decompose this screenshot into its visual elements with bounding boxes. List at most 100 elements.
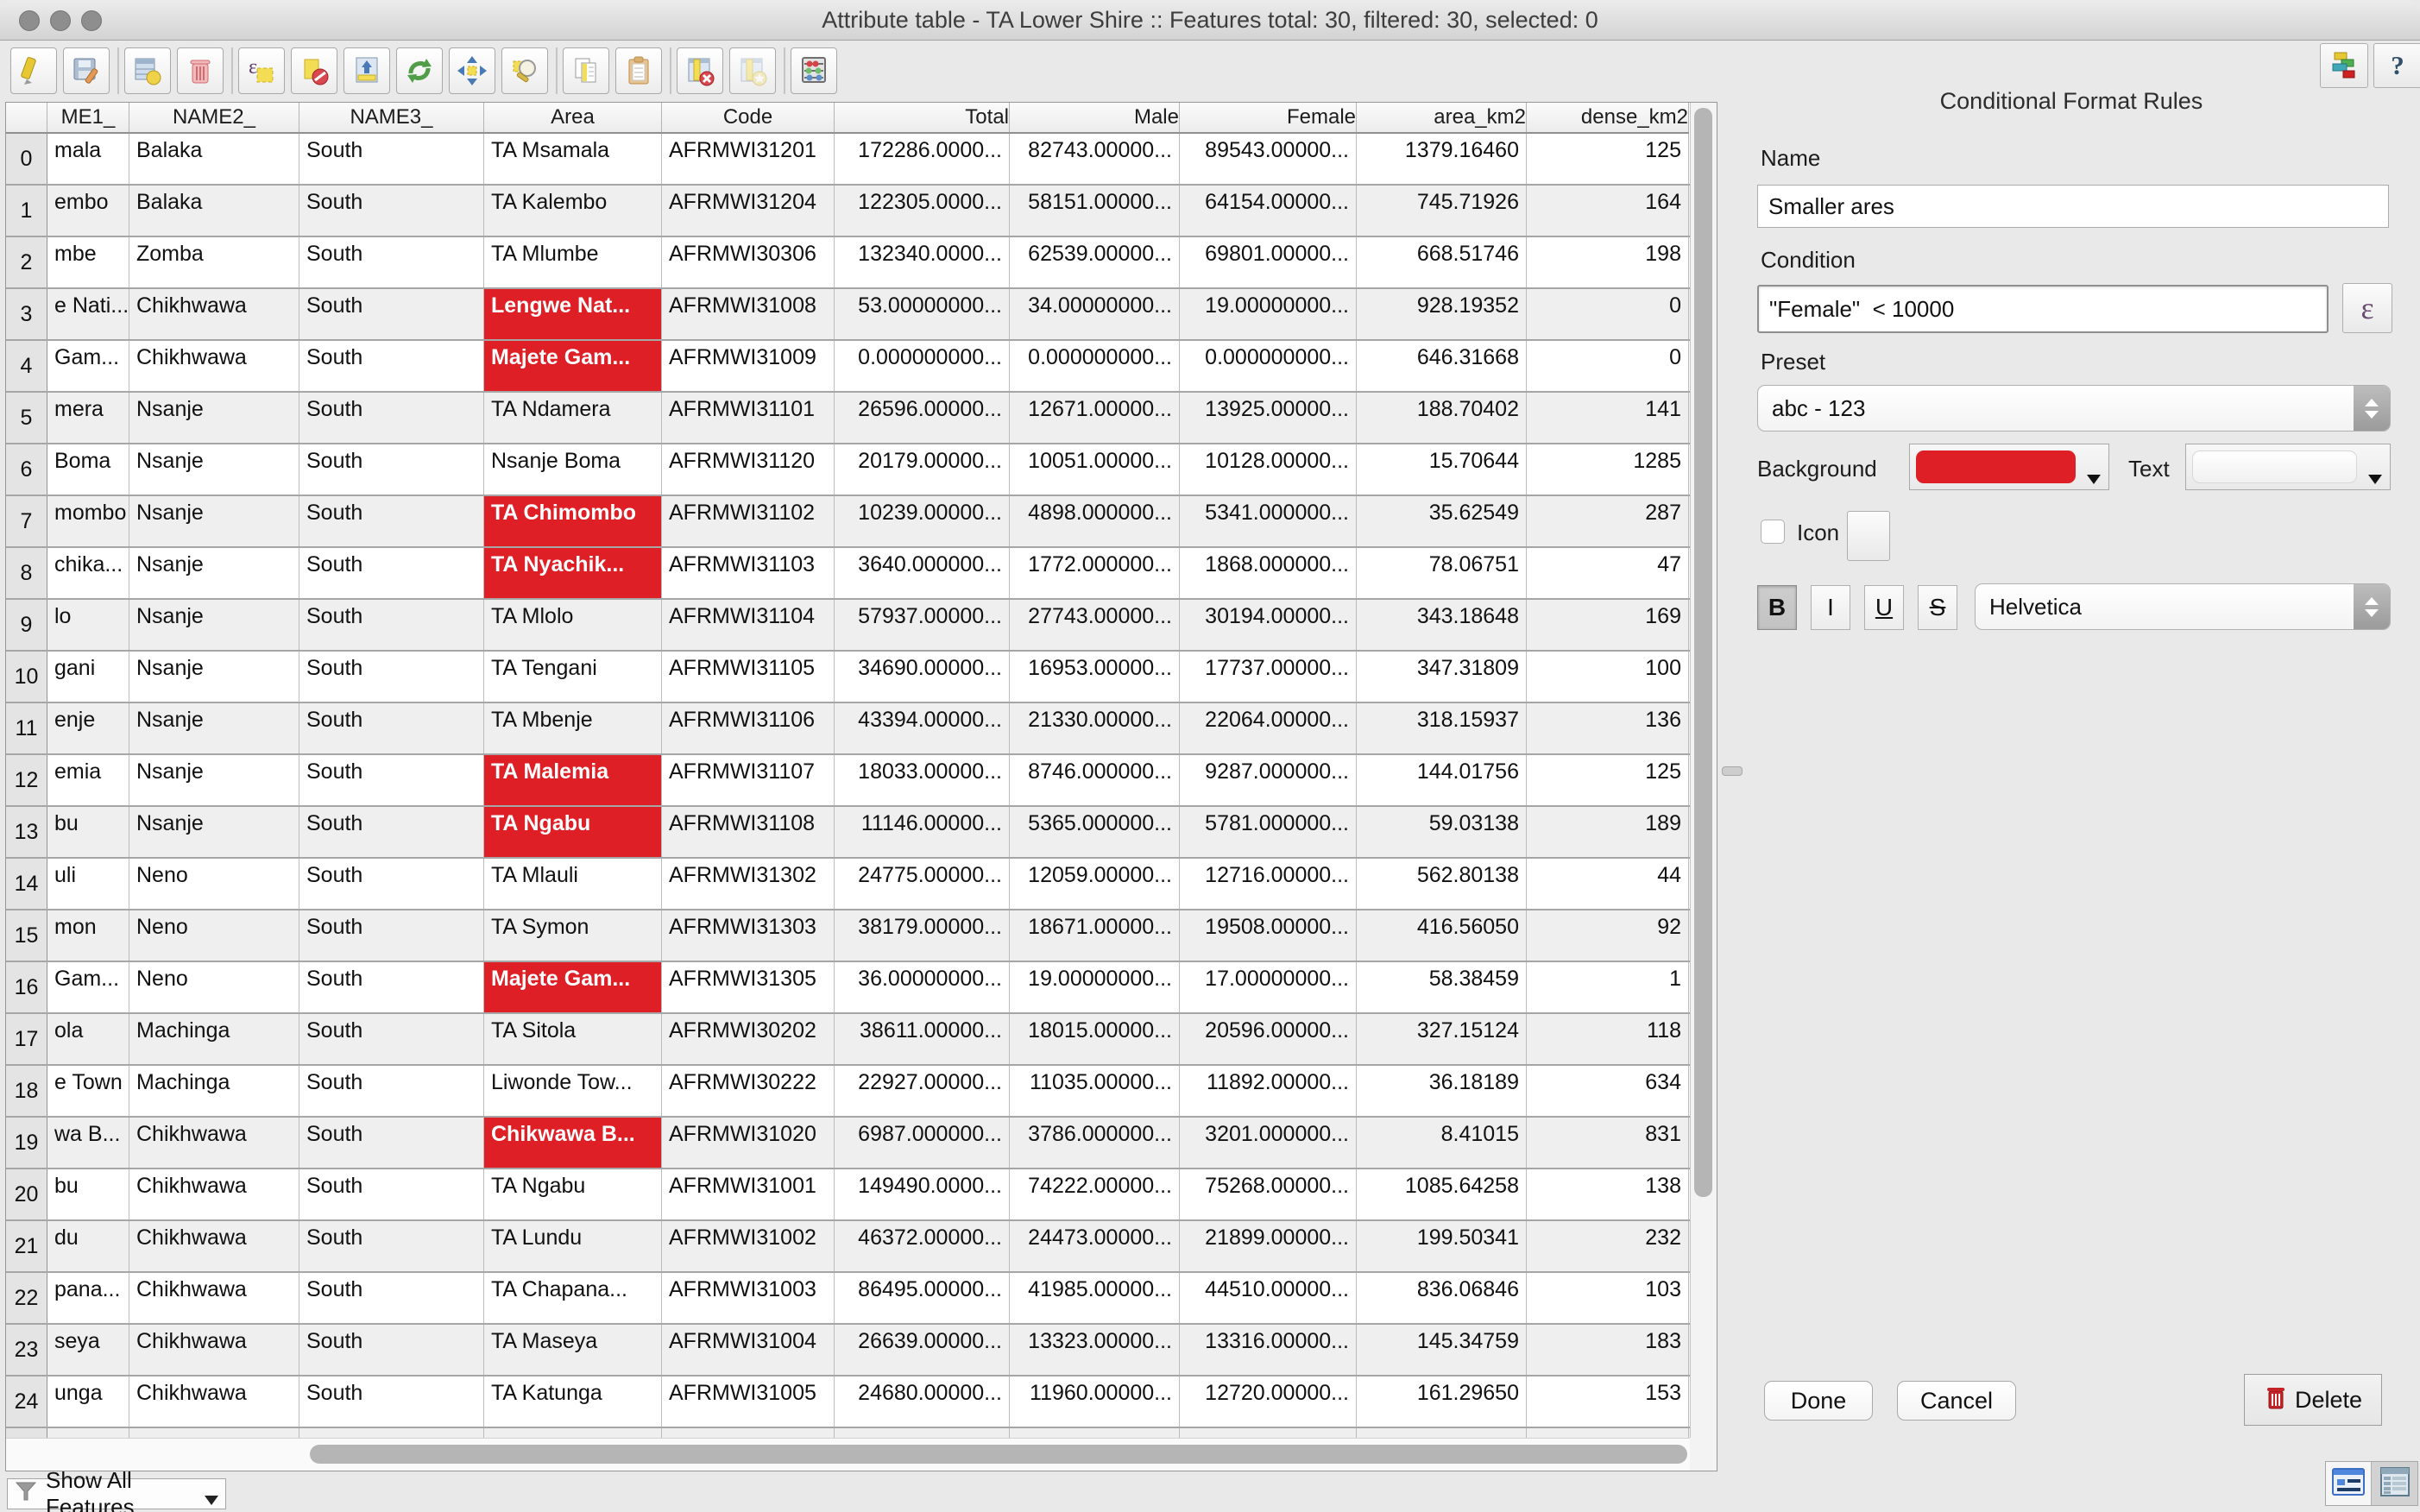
- cell-dkm2[interactable]: 1285: [1527, 444, 1689, 495]
- row-number[interactable]: 2: [6, 237, 47, 287]
- italic-button[interactable]: I: [1811, 585, 1850, 630]
- cell-male[interactable]: 4898.000000...: [1010, 496, 1180, 546]
- cell-name2[interactable]: Nsanje: [129, 548, 299, 598]
- cell-male[interactable]: 18015.00000...: [1010, 1014, 1180, 1064]
- cell-area[interactable]: TA Lundu: [484, 1221, 662, 1271]
- cell-female[interactable]: 13925.00000...: [1180, 393, 1357, 443]
- cell-female[interactable]: 19508.00000...: [1180, 910, 1357, 961]
- cell-area[interactable]: TA Chapana...: [484, 1273, 662, 1323]
- cell-name2[interactable]: Chikhwawa: [129, 1377, 299, 1427]
- cell-name1[interactable]: enje: [47, 703, 129, 753]
- cell-dkm2[interactable]: 169: [1527, 600, 1689, 650]
- expression-builder-button[interactable]: ε: [2342, 283, 2392, 333]
- cell-name3[interactable]: South: [299, 755, 484, 805]
- cell-female[interactable]: 12720.00000...: [1180, 1377, 1357, 1427]
- conditional-format-toggle-button[interactable]: [2320, 43, 2368, 88]
- cell-name2[interactable]: Nsanje: [129, 444, 299, 495]
- cell-name1[interactable]: emia: [47, 755, 129, 805]
- cell-akm2[interactable]: 416.56050: [1357, 910, 1527, 961]
- toggle-editing-button[interactable]: [10, 47, 57, 94]
- vertical-scrollbar[interactable]: [1690, 103, 1717, 1438]
- cell-name2[interactable]: Balaka: [129, 134, 299, 184]
- icon-checkbox[interactable]: [1761, 520, 1785, 544]
- cell-name3[interactable]: South: [299, 652, 484, 702]
- cell-female[interactable]: 30194.00000...: [1180, 600, 1357, 650]
- cell-dkm2[interactable]: 44: [1527, 859, 1689, 909]
- row-number[interactable]: 10: [6, 652, 47, 702]
- cell-name1[interactable]: Gam...: [47, 341, 129, 391]
- new-column-button[interactable]: [729, 47, 776, 94]
- cell-female[interactable]: 21899.00000...: [1180, 1221, 1357, 1271]
- cell-male[interactable]: 27743.00000...: [1010, 600, 1180, 650]
- cell-name2[interactable]: Chikhwawa: [129, 1118, 299, 1168]
- row-number[interactable]: 21: [6, 1221, 47, 1271]
- cell-akm2[interactable]: 35.62549: [1357, 496, 1527, 546]
- cell-male[interactable]: 21330.00000...: [1010, 703, 1180, 753]
- cell-female[interactable]: 3201.000000...: [1180, 1118, 1357, 1168]
- cell-akm2[interactable]: 144.01756: [1357, 755, 1527, 805]
- background-color-button[interactable]: [1909, 444, 2109, 490]
- cell-female[interactable]: [1180, 1428, 1357, 1438]
- cell-name1[interactable]: pana...: [47, 1273, 129, 1323]
- cell-male[interactable]: 10051.00000...: [1010, 444, 1180, 495]
- row-number[interactable]: 5: [6, 393, 47, 443]
- cell-name3[interactable]: South: [299, 859, 484, 909]
- cell-male[interactable]: 13323.00000...: [1010, 1325, 1180, 1375]
- cell-dkm2[interactable]: 164: [1527, 186, 1689, 236]
- bold-button[interactable]: B: [1757, 585, 1797, 630]
- deselect-all-button[interactable]: [291, 47, 337, 94]
- cell-total[interactable]: 10239.00000...: [835, 496, 1010, 546]
- cell-area[interactable]: TA Symon: [484, 910, 662, 961]
- cell-name1[interactable]: mombo: [47, 496, 129, 546]
- cell-name3[interactable]: South: [299, 1014, 484, 1064]
- cell-code[interactable]: AFRMWI31103: [662, 548, 835, 598]
- cell-total[interactable]: 172286.0000...: [835, 134, 1010, 184]
- cell-name2[interactable]: Machinga: [129, 1066, 299, 1116]
- cell-name1[interactable]: Boma: [47, 444, 129, 495]
- column-header-NAME2_[interactable]: NAME2_: [129, 103, 299, 132]
- cell-akm2[interactable]: 562.80138: [1357, 859, 1527, 909]
- icon-picker-button[interactable]: [1847, 511, 1890, 561]
- cell-name2[interactable]: Nsanje: [129, 393, 299, 443]
- cell-name3[interactable]: South: [299, 186, 484, 236]
- cell-area[interactable]: TA Sitola: [484, 1014, 662, 1064]
- font-select[interactable]: Helvetica: [1975, 583, 2391, 630]
- cell-dkm2[interactable]: 100: [1527, 652, 1689, 702]
- cell-male[interactable]: 19.00000000...: [1010, 962, 1180, 1012]
- cell-name3[interactable]: South: [299, 807, 484, 857]
- cell-male[interactable]: 11035.00000...: [1010, 1066, 1180, 1116]
- cell-name1[interactable]: Gam...: [47, 962, 129, 1012]
- cell-akm2[interactable]: 1085.64258: [1357, 1169, 1527, 1219]
- cell-female[interactable]: 69801.00000...: [1180, 237, 1357, 287]
- cell-female[interactable]: 75268.00000...: [1180, 1169, 1357, 1219]
- cell-akm2[interactable]: 668.51746: [1357, 237, 1527, 287]
- cell-male[interactable]: 11960.00000...: [1010, 1377, 1180, 1427]
- row-number[interactable]: 9: [6, 600, 47, 650]
- cell-total[interactable]: 18033.00000...: [835, 755, 1010, 805]
- cell-name1[interactable]: mala: [47, 134, 129, 184]
- cell-name3[interactable]: South: [299, 548, 484, 598]
- cell-name3[interactable]: South: [299, 134, 484, 184]
- horizontal-scrollbar-thumb[interactable]: [310, 1445, 1687, 1464]
- cell-female[interactable]: 0.000000000...: [1180, 341, 1357, 391]
- cell-total[interactable]: 6987.000000...: [835, 1118, 1010, 1168]
- cell-total[interactable]: 132340.0000...: [835, 237, 1010, 287]
- cell-akm2[interactable]: 199.50341: [1357, 1221, 1527, 1271]
- cell-name2[interactable]: Chikhwawa: [129, 1169, 299, 1219]
- cell-area[interactable]: TA Malemia: [484, 755, 662, 805]
- cell-female[interactable]: 5341.000000...: [1180, 496, 1357, 546]
- cell-code[interactable]: AFRMWI31003: [662, 1273, 835, 1323]
- cell-area[interactable]: TA Maseya: [484, 1325, 662, 1375]
- cell-dkm2[interactable]: 634: [1527, 1066, 1689, 1116]
- paste-features-button[interactable]: [615, 47, 662, 94]
- cell-dkm2[interactable]: 0: [1527, 289, 1689, 339]
- delete-selected-button[interactable]: [177, 47, 224, 94]
- cell-name1[interactable]: bu: [47, 1169, 129, 1219]
- row-header-corner[interactable]: [6, 103, 47, 132]
- row-number[interactable]: 20: [6, 1169, 47, 1219]
- row-number[interactable]: 19: [6, 1118, 47, 1168]
- cell-akm2[interactable]: 327.15124: [1357, 1014, 1527, 1064]
- cell-akm2[interactable]: 161.29650: [1357, 1377, 1527, 1427]
- invert-selection-button[interactable]: [396, 47, 443, 94]
- cell-akm2[interactable]: 836.06846: [1357, 1273, 1527, 1323]
